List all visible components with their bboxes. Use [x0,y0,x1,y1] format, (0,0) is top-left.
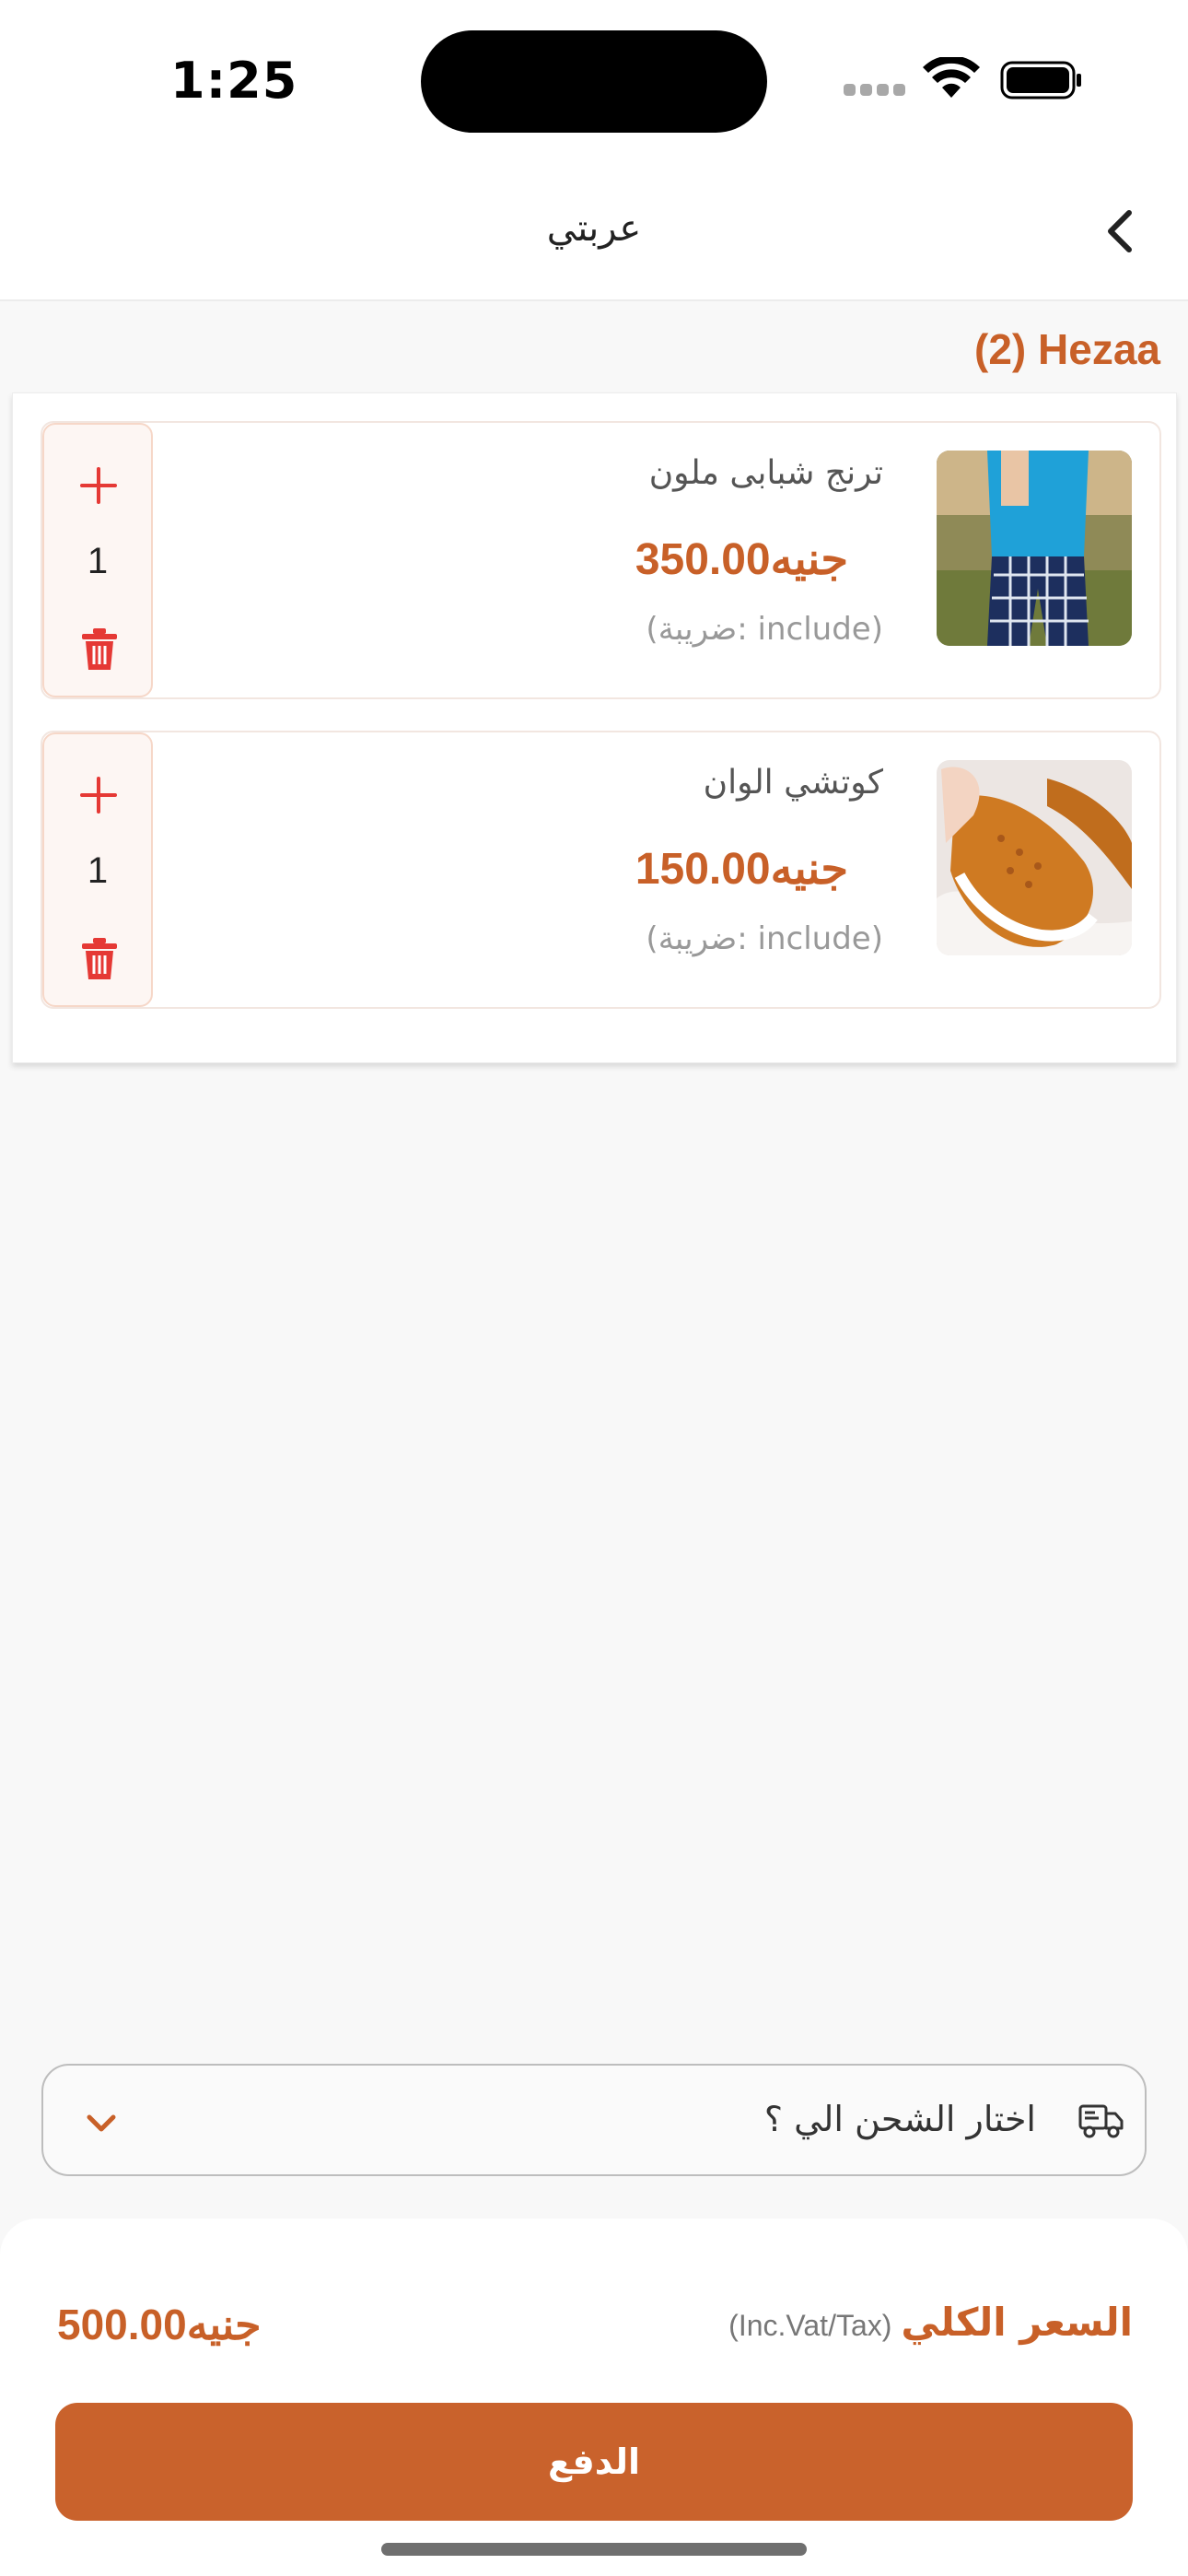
store-name: (2) Hezaa [974,325,1160,373]
item-name: ترنج شبابى ملون [648,454,883,492]
trash-icon[interactable] [81,937,118,981]
pay-button[interactable]: الدفع [55,2403,1133,2521]
shipping-placeholder: اختار الشحن الي ؟ [763,2099,1036,2139]
status-bar: 1:25 [0,0,1188,161]
checkout-summary: السعر الكلي (Inc.Vat/Tax) جنيه500.00 الدف… [0,2219,1188,2576]
battery-icon [1000,61,1081,100]
chevron-down-icon [87,2114,116,2132]
quantity-stepper: 1 [42,423,153,697]
item-price: جنيه150.00 [635,845,848,894]
item-name: كوتشي الوان [703,764,883,802]
dynamic-island [421,30,767,133]
cellular-signal-icon [844,84,906,97]
total-value: جنيه500.00 [57,2301,262,2348]
cart-item[interactable]: 1 ترنج شبابى ملون جنيه350.00 (ضريبة: inc… [41,421,1161,699]
item-tax-note: (ضريبة: include) [646,920,883,957]
cart-screen: 1:25 عربتي (2) Hezaa 1 ترنج شبابى ملون ج… [0,0,1188,2576]
quantity-stepper: 1 [42,732,153,1007]
total-label: السعر الكلي (Inc.Vat/Tax) [728,2300,1133,2345]
product-image-sneaker[interactable] [937,760,1132,955]
navigation-bar: عربتي [0,161,1188,301]
item-price: جنيه350.00 [635,535,848,584]
wifi-icon [923,57,980,98]
plus-icon[interactable] [75,771,122,819]
truck-icon [1078,2104,1124,2138]
total-tax-note: (Inc.Vat/Tax) [728,2309,892,2342]
home-indicator [381,2543,807,2556]
plus-icon[interactable] [75,462,122,509]
total-label-text: السعر الكلي [901,2300,1133,2345]
status-time: 1:25 [170,52,298,110]
cart-items-card: 1 ترنج شبابى ملون جنيه350.00 (ضريبة: inc… [12,392,1177,1063]
quantity-value: 1 [87,850,109,891]
trash-icon[interactable] [81,627,118,672]
page-title: عربتي [546,207,642,250]
cart-item[interactable]: 1 كوتشي الوان جنيه150.00 (ضريبة: include… [41,731,1161,1009]
quantity-value: 1 [87,541,109,581]
product-image-tracksuit[interactable] [937,451,1132,646]
shipping-select[interactable]: اختار الشحن الي ؟ [41,2064,1147,2176]
item-tax-note: (ضريبة: include) [646,611,883,648]
